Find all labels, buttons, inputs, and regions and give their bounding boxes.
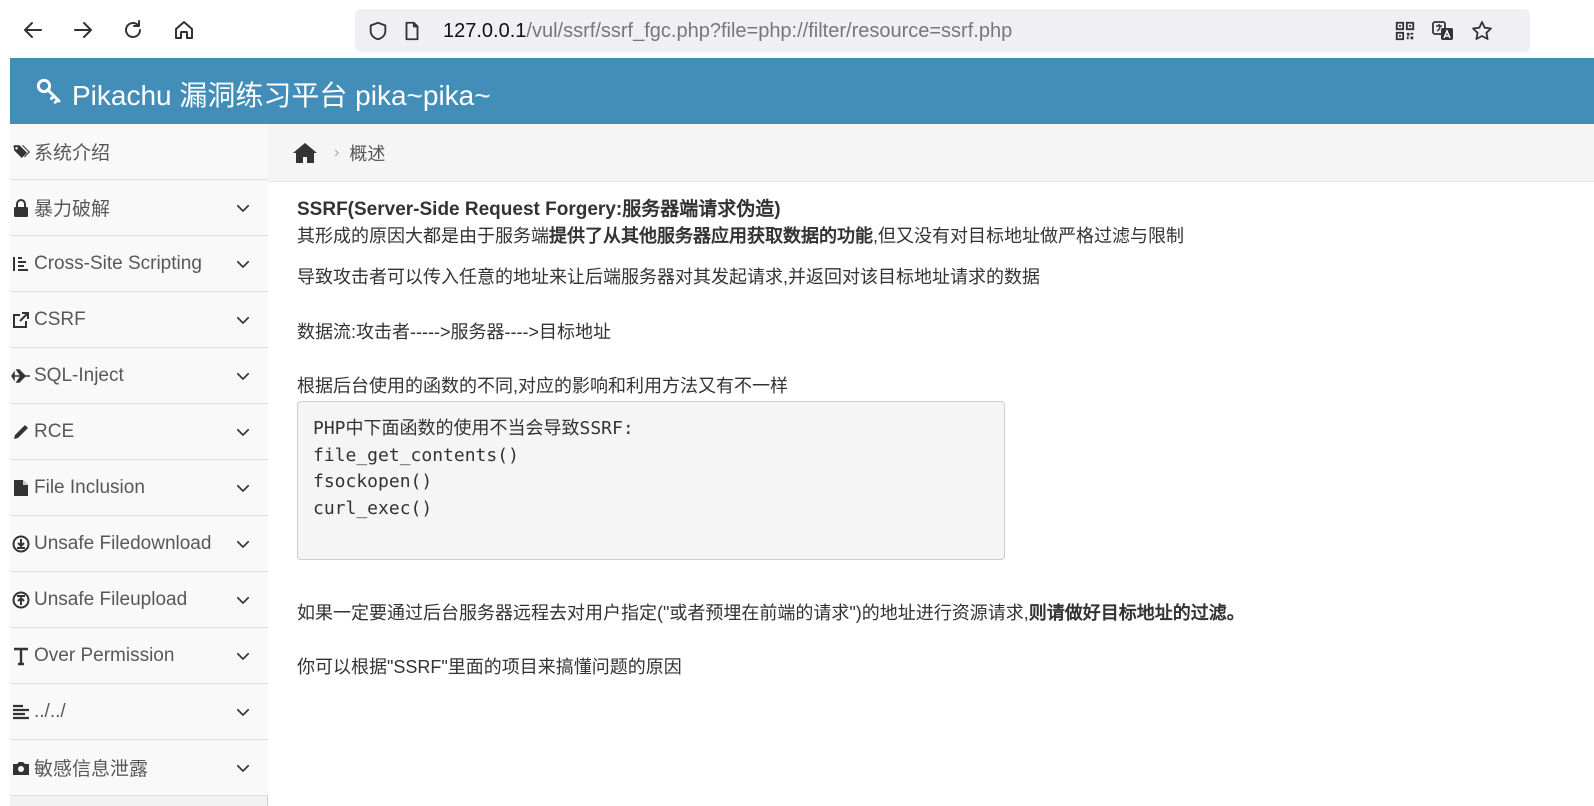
sidebar-item-unsafe-filedownload[interactable]: Unsafe Filedownload [10, 516, 268, 572]
sidebar: 系统介绍 暴力破解 Cross-Site Scripting CSRF SQL-… [10, 124, 268, 806]
sidebar-item-label: SQL-Inject [34, 364, 124, 386]
chevron-down-icon[interactable] [234, 591, 252, 609]
chevron-down-icon[interactable] [234, 423, 252, 441]
url-bar[interactable]: 127.0.0.1/vul/ssrf/ssrf_fgc.php?file=php… [355, 9, 1530, 52]
sidebar-item-label: 暴力破解 [34, 199, 111, 220]
page-icon[interactable] [400, 19, 424, 43]
chevron-down-icon[interactable] [234, 535, 252, 553]
brand[interactable]: Pikachu 漏洞练习平台 pika~pika~ [34, 74, 491, 114]
sidebar-item-dir-traversal[interactable]: ../../ [10, 684, 268, 740]
cause-text: 其形成的原因大都是由于服务端 [297, 226, 549, 246]
paragraph-cause: 其形成的原因大都是由于服务端提供了从其他服务器应用获取数据的功能,但又没有对目标… [297, 222, 1184, 248]
breadcrumb-current: 概述 [349, 143, 386, 164]
sidebar-item-label: Cross-Site Scripting [34, 252, 202, 274]
sidebar-item-brute-force[interactable]: 暴力破解 [10, 180, 268, 236]
chevron-down-icon[interactable] [234, 367, 252, 385]
file-icon [10, 479, 32, 497]
chevron-down-icon[interactable] [234, 759, 252, 777]
sidebar-item-over-permission[interactable]: Over Permission [10, 628, 268, 684]
sidebar-item-xss[interactable]: Cross-Site Scripting [10, 236, 268, 292]
chevron-right-icon: › [334, 143, 340, 161]
url-path: /vul/ssrf/ssrf_fgc.php?file=php://filter… [526, 20, 1013, 42]
code-line: curl_exec() [313, 497, 433, 519]
shield-icon[interactable] [366, 19, 390, 43]
advice-text: 如果一定要通过后台服务器远程去对用户指定("或者预埋在前端的请求")的地址进行资… [297, 603, 1029, 623]
app-header: Pikachu 漏洞练习平台 pika~pika~ [10, 58, 1594, 124]
back-icon[interactable] [17, 14, 49, 46]
sidebar-item-intro[interactable]: 系统介绍 [10, 124, 268, 180]
page-title: SSRF(Server-Side Request Forgery:服务器端请求伪… [297, 199, 781, 220]
align-icon [10, 704, 32, 720]
paragraph-functions: 根据后台使用的函数的不同,对应的影响和利用方法又有不一样 [297, 376, 788, 396]
cause-emphasis: 提供了从其他服务器应用获取数据的功能 [549, 226, 873, 246]
paragraph-advice: 如果一定要通过后台服务器远程去对用户指定("或者预埋在前端的请求")的地址进行资… [297, 599, 1245, 625]
chevron-down-icon[interactable] [234, 311, 252, 329]
paragraph-dataflow: 数据流:攻击者----->服务器---->目标地址 [297, 322, 611, 342]
sidebar-item-unsafe-fileupload[interactable]: Unsafe Fileupload [10, 572, 268, 628]
key-icon [34, 76, 64, 113]
lock-icon [10, 198, 32, 217]
code-line: file_get_contents() [313, 444, 519, 466]
home-icon[interactable] [168, 14, 200, 46]
chevron-down-icon[interactable] [234, 703, 252, 721]
code-line: fsockopen() [313, 471, 433, 492]
reload-icon[interactable] [117, 14, 149, 46]
browser-toolbar: 127.0.0.1/vul/ssrf/ssrf_fgc.php?file=php… [0, 0, 1594, 58]
sidebar-item-label: ../../ [34, 700, 66, 722]
pencil-icon [10, 423, 32, 441]
paragraph-hint: 你可以根据"SSRF"里面的项目来搞懂问题的原因 [297, 657, 682, 677]
code-line: PHP中下面函数的使用不当会导致SSRF: [313, 418, 634, 439]
sidebar-item-label: CSRF [34, 308, 86, 330]
brand-title: Pikachu 漏洞练习平台 pika~pika~ [72, 80, 491, 111]
forward-icon[interactable] [67, 14, 99, 46]
translate-icon[interactable] [1431, 19, 1455, 43]
sidebar-item-info-leak[interactable]: 敏感信息泄露 [10, 740, 268, 796]
share-icon [10, 311, 32, 329]
sidebar-item-file-inclusion[interactable]: File Inclusion [10, 460, 268, 516]
code-block: PHP中下面函数的使用不当会导致SSRF: file_get_contents(… [297, 401, 1005, 560]
url-text[interactable]: 127.0.0.1/vul/ssrf/ssrf_fgc.php?file=php… [443, 20, 1012, 43]
text-icon [10, 646, 32, 666]
chevron-down-icon[interactable] [234, 647, 252, 665]
home-icon[interactable] [292, 141, 320, 165]
breadcrumb: › 概述 [268, 124, 1594, 182]
sidebar-item-csrf[interactable]: CSRF [10, 292, 268, 348]
chevron-down-icon[interactable] [234, 479, 252, 497]
sidebar-item-sql-inject[interactable]: SQL-Inject [10, 348, 268, 404]
url-host: 127.0.0.1 [443, 20, 527, 42]
bookmark-star-icon[interactable] [1470, 19, 1494, 43]
plane-icon [10, 368, 32, 384]
advice-emphasis: 则请做好目标地址的过滤。 [1028, 603, 1245, 623]
chevron-down-icon[interactable] [234, 199, 252, 217]
sidebar-item-label: 敏感信息泄露 [34, 759, 149, 780]
paragraph-impact: 导致攻击者可以传入任意的地址来让后端服务器对其发起请求,并返回对该目标地址请求的… [297, 267, 1040, 287]
upload-icon [10, 591, 32, 609]
sidebar-item-label: Unsafe Fileupload [34, 588, 188, 610]
cause-text-end: ,但又没有对目标地址做严格过滤与限制 [873, 226, 1184, 246]
sidebar-item-label: Unsafe Filedownload [34, 532, 212, 554]
sidebar-item-rce[interactable]: RCE [10, 404, 268, 460]
camera-icon [10, 760, 32, 776]
tags-icon [10, 143, 32, 161]
download-icon [10, 535, 32, 553]
sidebar-item-label: Over Permission [34, 644, 175, 666]
chevron-down-icon[interactable] [234, 255, 252, 273]
sidebar-item-label: RCE [34, 420, 75, 442]
sidebar-item-label: 系统介绍 [34, 143, 111, 164]
sidebar-item-label: File Inclusion [34, 476, 145, 498]
qr-code-icon[interactable] [1393, 19, 1417, 43]
list-icon [10, 255, 32, 273]
